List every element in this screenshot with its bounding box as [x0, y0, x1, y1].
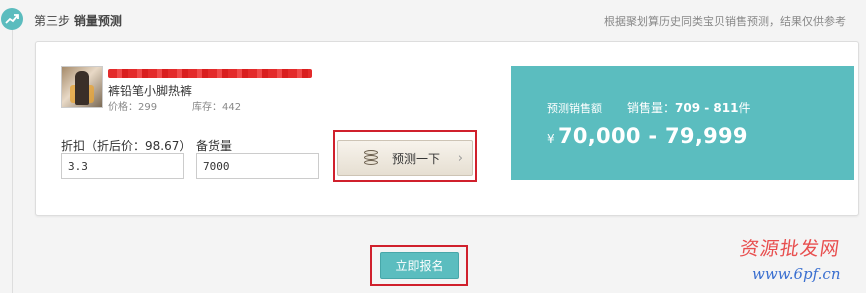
watermark-url: www.6pf.cn	[752, 265, 841, 283]
sales-amount-title: 预测销售额	[547, 102, 602, 115]
predict-button-label: 预测一下	[392, 151, 441, 166]
watermark-title: 资源批发网	[738, 238, 842, 260]
product-price: 价格：299	[108, 102, 158, 113]
chevron-right-icon: ›	[457, 151, 463, 166]
discount-label: 折扣（折后价：98.67）	[61, 139, 192, 153]
step-number: 第三步	[34, 14, 71, 28]
product-stock: 库存：442	[192, 102, 242, 113]
redacted-product-title	[108, 69, 312, 78]
forecast-result-panel: 预测销售额 销售量：709 - 811件 ¥70,000 - 79,999	[511, 66, 854, 180]
sales-volume-range: 709 - 811	[675, 101, 739, 115]
discount-input[interactable]: 3.3	[61, 153, 184, 179]
coins-icon	[362, 149, 380, 167]
stock-quantity-input[interactable]: 7000	[196, 153, 319, 179]
apply-now-button[interactable]: 立即报名	[380, 252, 459, 279]
currency-symbol: ¥	[547, 132, 555, 146]
product-name[interactable]: 裤铅笔小脚热裤	[108, 82, 192, 99]
product-thumbnail[interactable]	[61, 66, 103, 108]
stock-quantity-label: 备货量	[196, 139, 233, 153]
sales-amount-range: ¥70,000 - 79,999	[547, 124, 748, 148]
timeline-line	[12, 24, 13, 293]
predict-button[interactable]: 预测一下 ›	[337, 140, 473, 176]
step-title: 第三步 销量预测	[34, 12, 122, 29]
step-hint: 根据聚划算历史同类宝贝销售预测，结果仅供参考	[604, 15, 846, 28]
sales-forecast-step: 第三步 销量预测 根据聚划算历史同类宝贝销售预测，结果仅供参考 裤铅笔小脚热裤 …	[0, 0, 866, 293]
trend-up-icon	[1, 8, 23, 30]
step-name: 销量预测	[73, 14, 122, 28]
sales-volume: 销售量：709 - 811件	[627, 101, 751, 115]
